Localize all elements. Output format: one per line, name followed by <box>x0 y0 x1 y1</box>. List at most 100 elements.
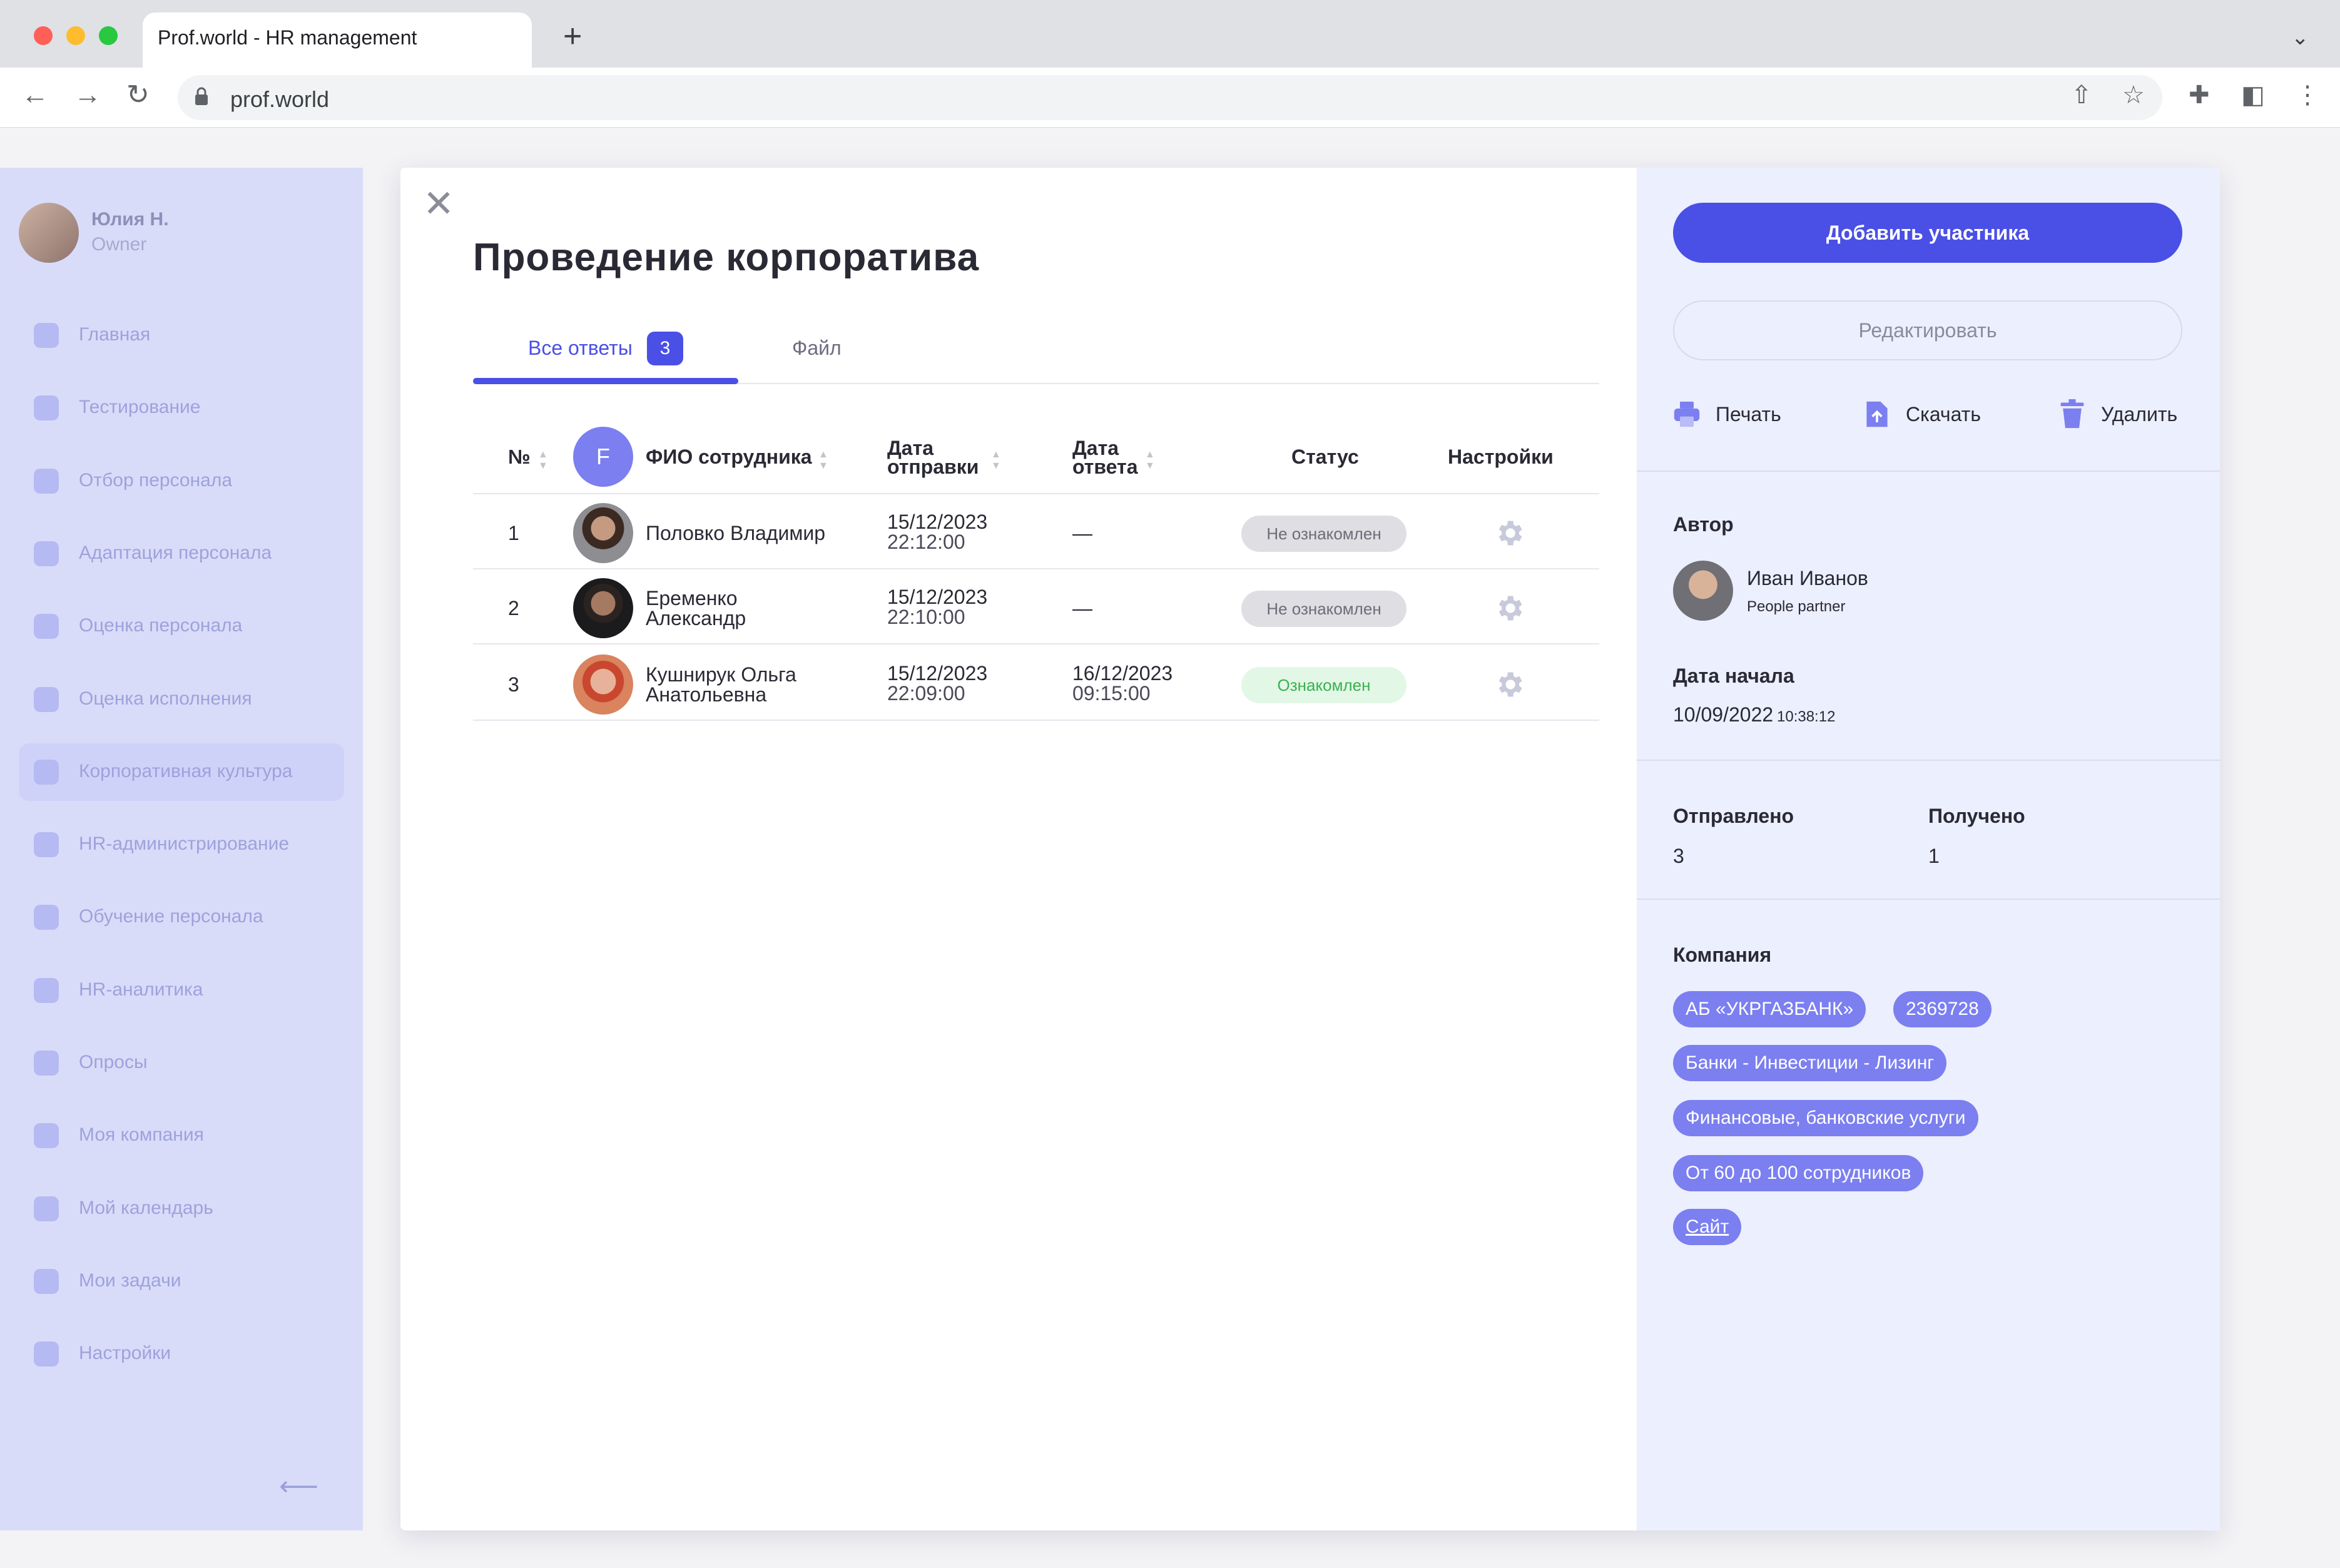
column-status-header: Статус <box>1291 445 1359 468</box>
column-answer-header-line2[interactable]: ответа <box>1072 456 1138 478</box>
sidebar: Главная Тестирование Отбор персонала Адапта… <box>0 168 363 1530</box>
sidebar-item[interactable]: Главная <box>19 307 344 364</box>
download-file-icon <box>1866 401 1888 427</box>
user-avatar[interactable] <box>19 203 79 263</box>
answer-date: — <box>1072 522 1092 544</box>
tab-file[interactable]: Файл <box>792 337 842 360</box>
header-avatar-initial: F <box>573 427 633 487</box>
sort-icon[interactable]: ▲ ▼ <box>991 449 1001 472</box>
graduation-cap-icon <box>34 905 59 930</box>
sidebar-item[interactable]: Обучение персонала <box>19 888 344 946</box>
people-icon <box>34 469 59 494</box>
employee-avatar <box>573 654 633 715</box>
sidebar-item-label: Обучение персонала <box>79 906 263 927</box>
received-label: Получено <box>1928 805 2025 827</box>
start-date-value: 10/09/2022 <box>1673 703 1774 726</box>
tab-list-chevron-icon[interactable]: ⌄ <box>2291 25 2309 50</box>
edit-button[interactable]: Редактировать <box>1673 300 2182 360</box>
sidebar-item[interactable]: HR-аналитика <box>19 962 344 1019</box>
sidebar-item[interactable]: Моя компания <box>19 1107 344 1164</box>
sidebar-item[interactable]: Оценка исполнения <box>19 671 344 728</box>
answers-count-badge: 3 <box>647 332 683 365</box>
answer-date: 16/12/2023 <box>1072 662 1173 685</box>
sent-value: 3 <box>1673 845 1684 867</box>
sidebar-item-label: Мой календарь <box>79 1198 213 1218</box>
sidebar-item[interactable]: Оценка персонала <box>19 598 344 655</box>
user-role: Owner <box>91 234 147 255</box>
tab-all-answers[interactable]: Все ответы <box>528 337 633 360</box>
start-time-value: 10:38:12 <box>1777 708 1836 725</box>
print-label: Печать <box>1716 402 1781 425</box>
sort-icon[interactable]: ▲ ▼ <box>818 449 828 472</box>
side-panel-icon[interactable]: ◧ <box>2241 83 2265 108</box>
sidebar-item[interactable]: Адаптация персонала <box>19 525 344 583</box>
home-icon <box>34 323 59 348</box>
author-name: Иван Иванов <box>1747 567 1868 589</box>
column-sent-header-line2[interactable]: отправки <box>887 456 979 478</box>
column-number-header[interactable]: № <box>508 446 531 468</box>
author-avatar <box>1673 561 1733 621</box>
gear-icon[interactable] <box>1493 592 1525 624</box>
employee-name-line1[interactable]: Кушнирук Ольга <box>646 664 796 686</box>
gear-icon[interactable] <box>1493 517 1525 549</box>
url-text[interactable]: prof.world <box>230 86 329 113</box>
employee-name-line1[interactable]: Еременко <box>646 588 738 609</box>
sidebar-item-label: Оценка персонала <box>79 615 243 636</box>
delete-label: Удалить <box>2101 402 2178 425</box>
sidebar-item[interactable]: Мой календарь <box>19 1180 344 1238</box>
extensions-icon[interactable]: ✚ <box>2189 83 2210 108</box>
sent-time: 22:12:00 <box>887 531 965 553</box>
sent-time: 22:10:00 <box>887 606 965 628</box>
add-participant-button[interactable]: Добавить участника <box>1673 203 2182 263</box>
delete-action[interactable]: Удалить <box>2058 398 2177 430</box>
collapse-sidebar-icon[interactable]: ⟵ <box>279 1470 318 1502</box>
download-label: Скачать <box>1906 402 1981 425</box>
menu-dots-icon[interactable]: ⋮ <box>2295 83 2320 108</box>
row-number: 1 <box>508 522 519 544</box>
sidebar-item[interactable]: Опросы <box>19 1034 344 1092</box>
calendar-icon <box>34 1196 59 1221</box>
close-icon[interactable]: ✕ <box>423 185 454 223</box>
share-icon[interactable]: ⇧ <box>2071 83 2092 108</box>
received-value: 1 <box>1928 845 1940 867</box>
back-arrow-icon[interactable]: ← <box>21 81 49 109</box>
sidebar-item[interactable]: Отбор персонала <box>19 452 344 510</box>
sort-icon[interactable]: ▲ ▼ <box>538 449 548 472</box>
bookmark-star-icon[interactable]: ☆ <box>2122 83 2145 108</box>
sort-icon[interactable]: ▲ ▼ <box>1145 449 1155 472</box>
company-chip-code: 2369728 <box>1893 991 1992 1027</box>
table-row-divider <box>473 568 1599 569</box>
download-action[interactable]: Скачать <box>1863 398 1981 430</box>
sidebar-item[interactable]: Корпоративная культура <box>19 743 344 801</box>
sidebar-item[interactable]: Тестирование <box>19 379 344 437</box>
reload-icon[interactable]: ↻ <box>126 81 150 109</box>
employee-avatar <box>573 578 633 638</box>
panel-divider <box>1637 471 2220 472</box>
active-tab-indicator <box>473 378 738 384</box>
checkbox-icon <box>34 1269 59 1294</box>
window-close-button[interactable] <box>34 26 53 45</box>
company-website-link[interactable]: Сайт <box>1673 1209 1742 1245</box>
employee-name-line2[interactable]: Александр <box>646 608 746 629</box>
address-bar[interactable] <box>178 75 2162 120</box>
sidebar-item-label: Мои задачи <box>79 1270 181 1291</box>
forward-arrow-icon[interactable]: → <box>74 81 101 109</box>
sidebar-item-label: HR-администрирование <box>79 833 290 854</box>
new-tab-icon[interactable]: + <box>563 20 582 53</box>
table-header-divider <box>473 493 1599 494</box>
gear-icon[interactable] <box>1493 668 1525 701</box>
sidebar-item-label: Главная <box>79 324 151 345</box>
employee-name-line2[interactable]: Анатольевна <box>646 684 766 706</box>
sidebar-item[interactable]: Мои задачи <box>19 1253 344 1310</box>
sidebar-item[interactable]: HR-администрирование <box>19 816 344 873</box>
sidebar-item-label: Тестирование <box>79 397 201 417</box>
employee-name[interactable]: Половко Владимир <box>646 522 825 544</box>
column-name-header[interactable]: ФИО сотрудника <box>646 446 812 468</box>
window-minimize-button[interactable] <box>66 26 85 45</box>
sidebar-item[interactable]: Настройки <box>19 1325 344 1383</box>
start-date-label: Дата начала <box>1673 664 1794 687</box>
company-label: Компания <box>1673 944 1772 966</box>
window-maximize-button[interactable] <box>99 26 118 45</box>
table-row-divider <box>473 720 1599 721</box>
print-action[interactable]: Печать <box>1673 398 1781 430</box>
